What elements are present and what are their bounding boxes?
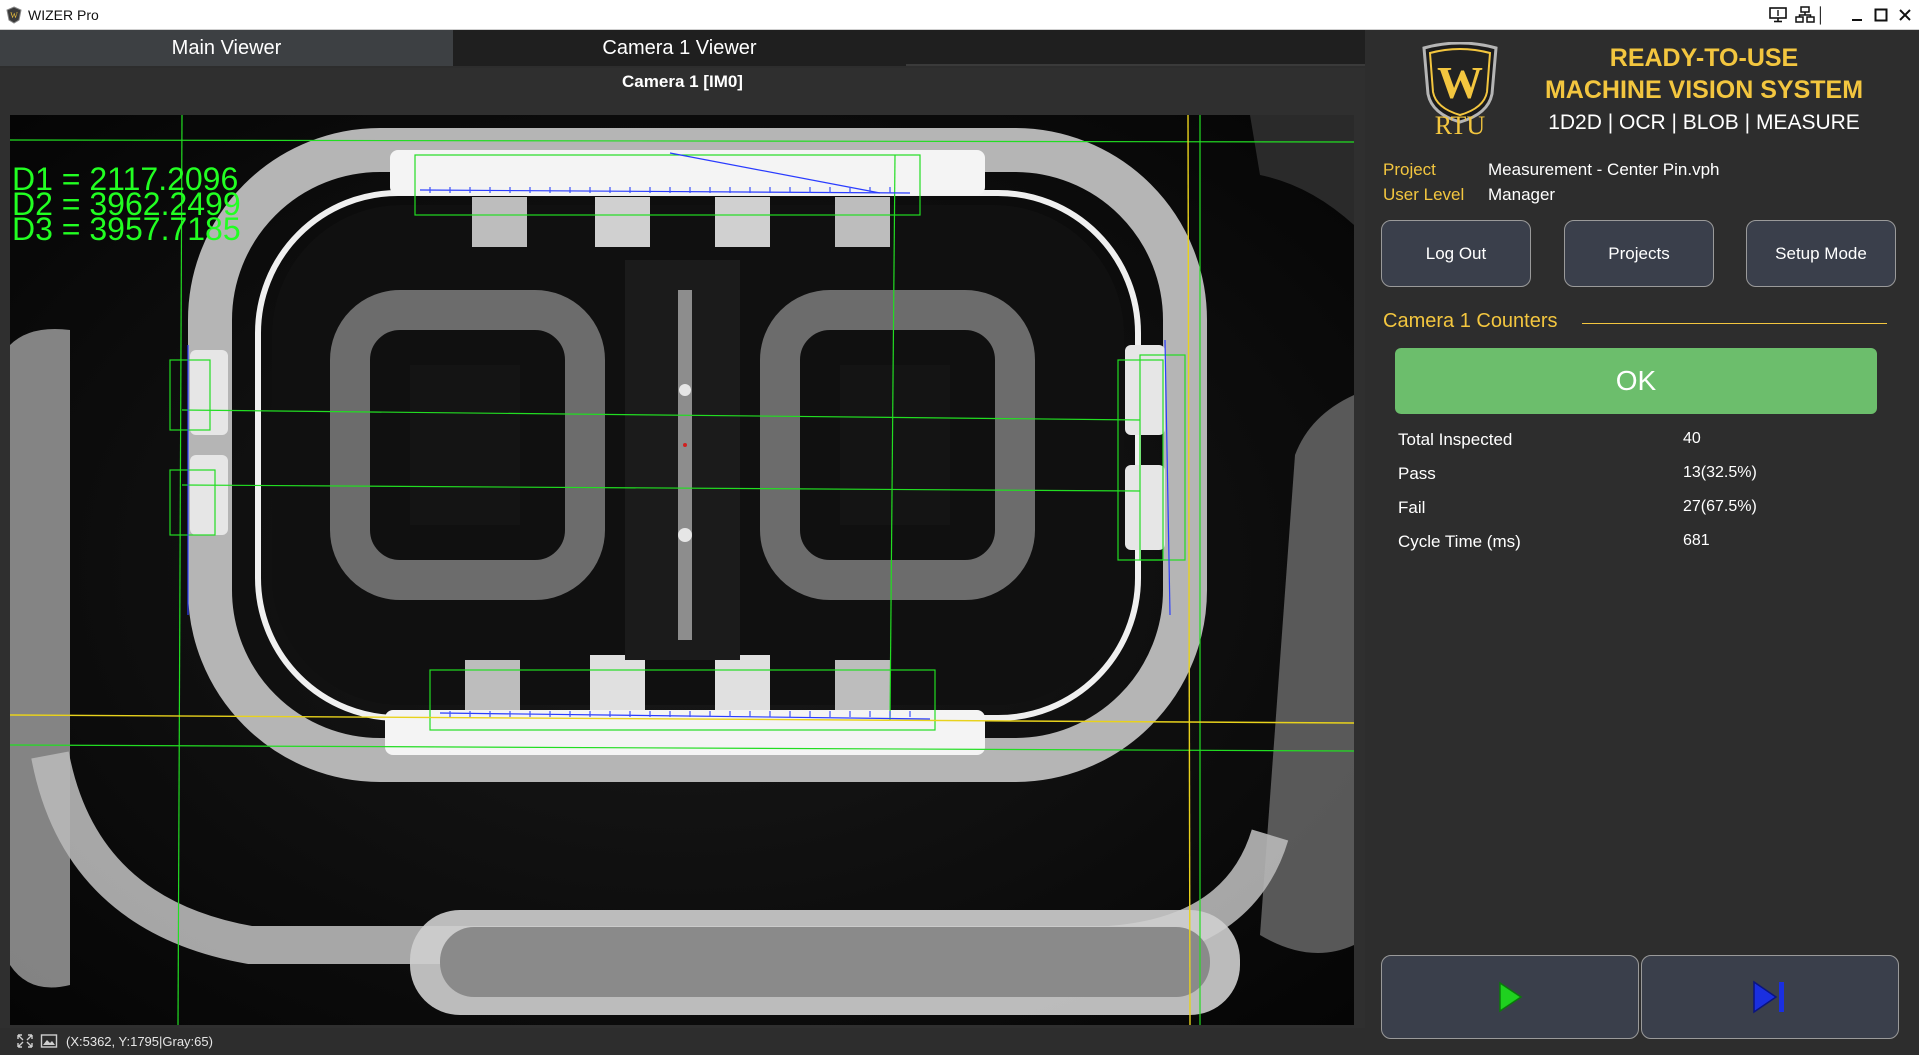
cursor-coordinates: (X:5362, Y:1795|Gray:65)	[66, 1034, 213, 1049]
logo-text: RTU	[1435, 111, 1486, 138]
step-forward-icon	[1753, 980, 1784, 1014]
pass-value: 13(32.5%)	[1683, 464, 1757, 481]
project-value: Measurement - Center Pin.vph	[1488, 160, 1720, 179]
image-icon[interactable]	[40, 1033, 58, 1049]
run-button[interactable]	[1381, 955, 1639, 1039]
brand-line-1: READY-TO-USE	[1609, 44, 1799, 72]
cycle-time-label: Cycle Time (ms)	[1398, 532, 1521, 551]
title-bar: W WIZER Pro │	[0, 0, 1919, 30]
pass-label: Pass	[1398, 464, 1436, 483]
total-inspected-value: 40	[1683, 430, 1701, 447]
tab-main-viewer[interactable]: Main Viewer	[0, 30, 453, 66]
viewer-title: Camera 1 [IM0]	[622, 72, 743, 91]
user-level-value: Manager	[1488, 185, 1556, 204]
close-icon[interactable]	[1892, 4, 1918, 26]
user-level-label: User Level	[1383, 185, 1465, 204]
counters-title: Camera 1 Counters	[1383, 310, 1558, 332]
tab-camera-1-viewer[interactable]: Camera 1 Viewer	[453, 30, 906, 66]
minimize-icon[interactable]	[1844, 4, 1870, 26]
window-title: WIZER Pro	[28, 7, 99, 23]
camera-image[interactable]: D1 = 2117.2096 D2 = 3962.2499 D3 = 3957.…	[10, 115, 1354, 1025]
fail-label: Fail	[1398, 498, 1426, 517]
cycle-time-value: 681	[1683, 532, 1710, 549]
brand-line-2: MACHINE VISION SYSTEM	[1544, 76, 1864, 104]
separator-icon: │	[1816, 6, 1826, 24]
app-logo-icon: W	[6, 6, 22, 24]
monitor-icon[interactable]	[1765, 4, 1791, 26]
fail-value: 27(67.5%)	[1683, 498, 1757, 515]
setup-mode-button[interactable]: Setup Mode	[1746, 220, 1896, 287]
step-button[interactable]	[1641, 955, 1899, 1039]
rtu-logo: W RTU	[1422, 42, 1498, 138]
total-inspected-label: Total Inspected	[1398, 430, 1513, 449]
inspection-status: OK	[1395, 348, 1877, 414]
svg-text:W: W	[10, 11, 18, 20]
project-label: Project	[1383, 160, 1436, 179]
app-window: W WIZER Pro │ Main Viewer Camera 1 Viewe…	[0, 0, 1919, 1055]
brand-features: 1D2D | OCR | BLOB | MEASURE	[1548, 111, 1860, 134]
projects-button[interactable]: Projects	[1564, 220, 1714, 287]
measurement-d3: D3 = 3957.7185	[12, 211, 241, 247]
logo-letter: W	[1437, 57, 1483, 108]
viewer-tabs: Main Viewer Camera 1 Viewer	[0, 30, 1365, 66]
camera-image-render	[10, 115, 1354, 1025]
play-icon	[1499, 981, 1523, 1013]
log-out-button[interactable]: Log Out	[1381, 220, 1531, 287]
status-bar: (X:5362, Y:1795|Gray:65)	[0, 1028, 1365, 1055]
counters-divider	[1582, 323, 1887, 324]
maximize-icon[interactable]	[1868, 4, 1894, 26]
fit-view-icon[interactable]	[16, 1033, 34, 1049]
